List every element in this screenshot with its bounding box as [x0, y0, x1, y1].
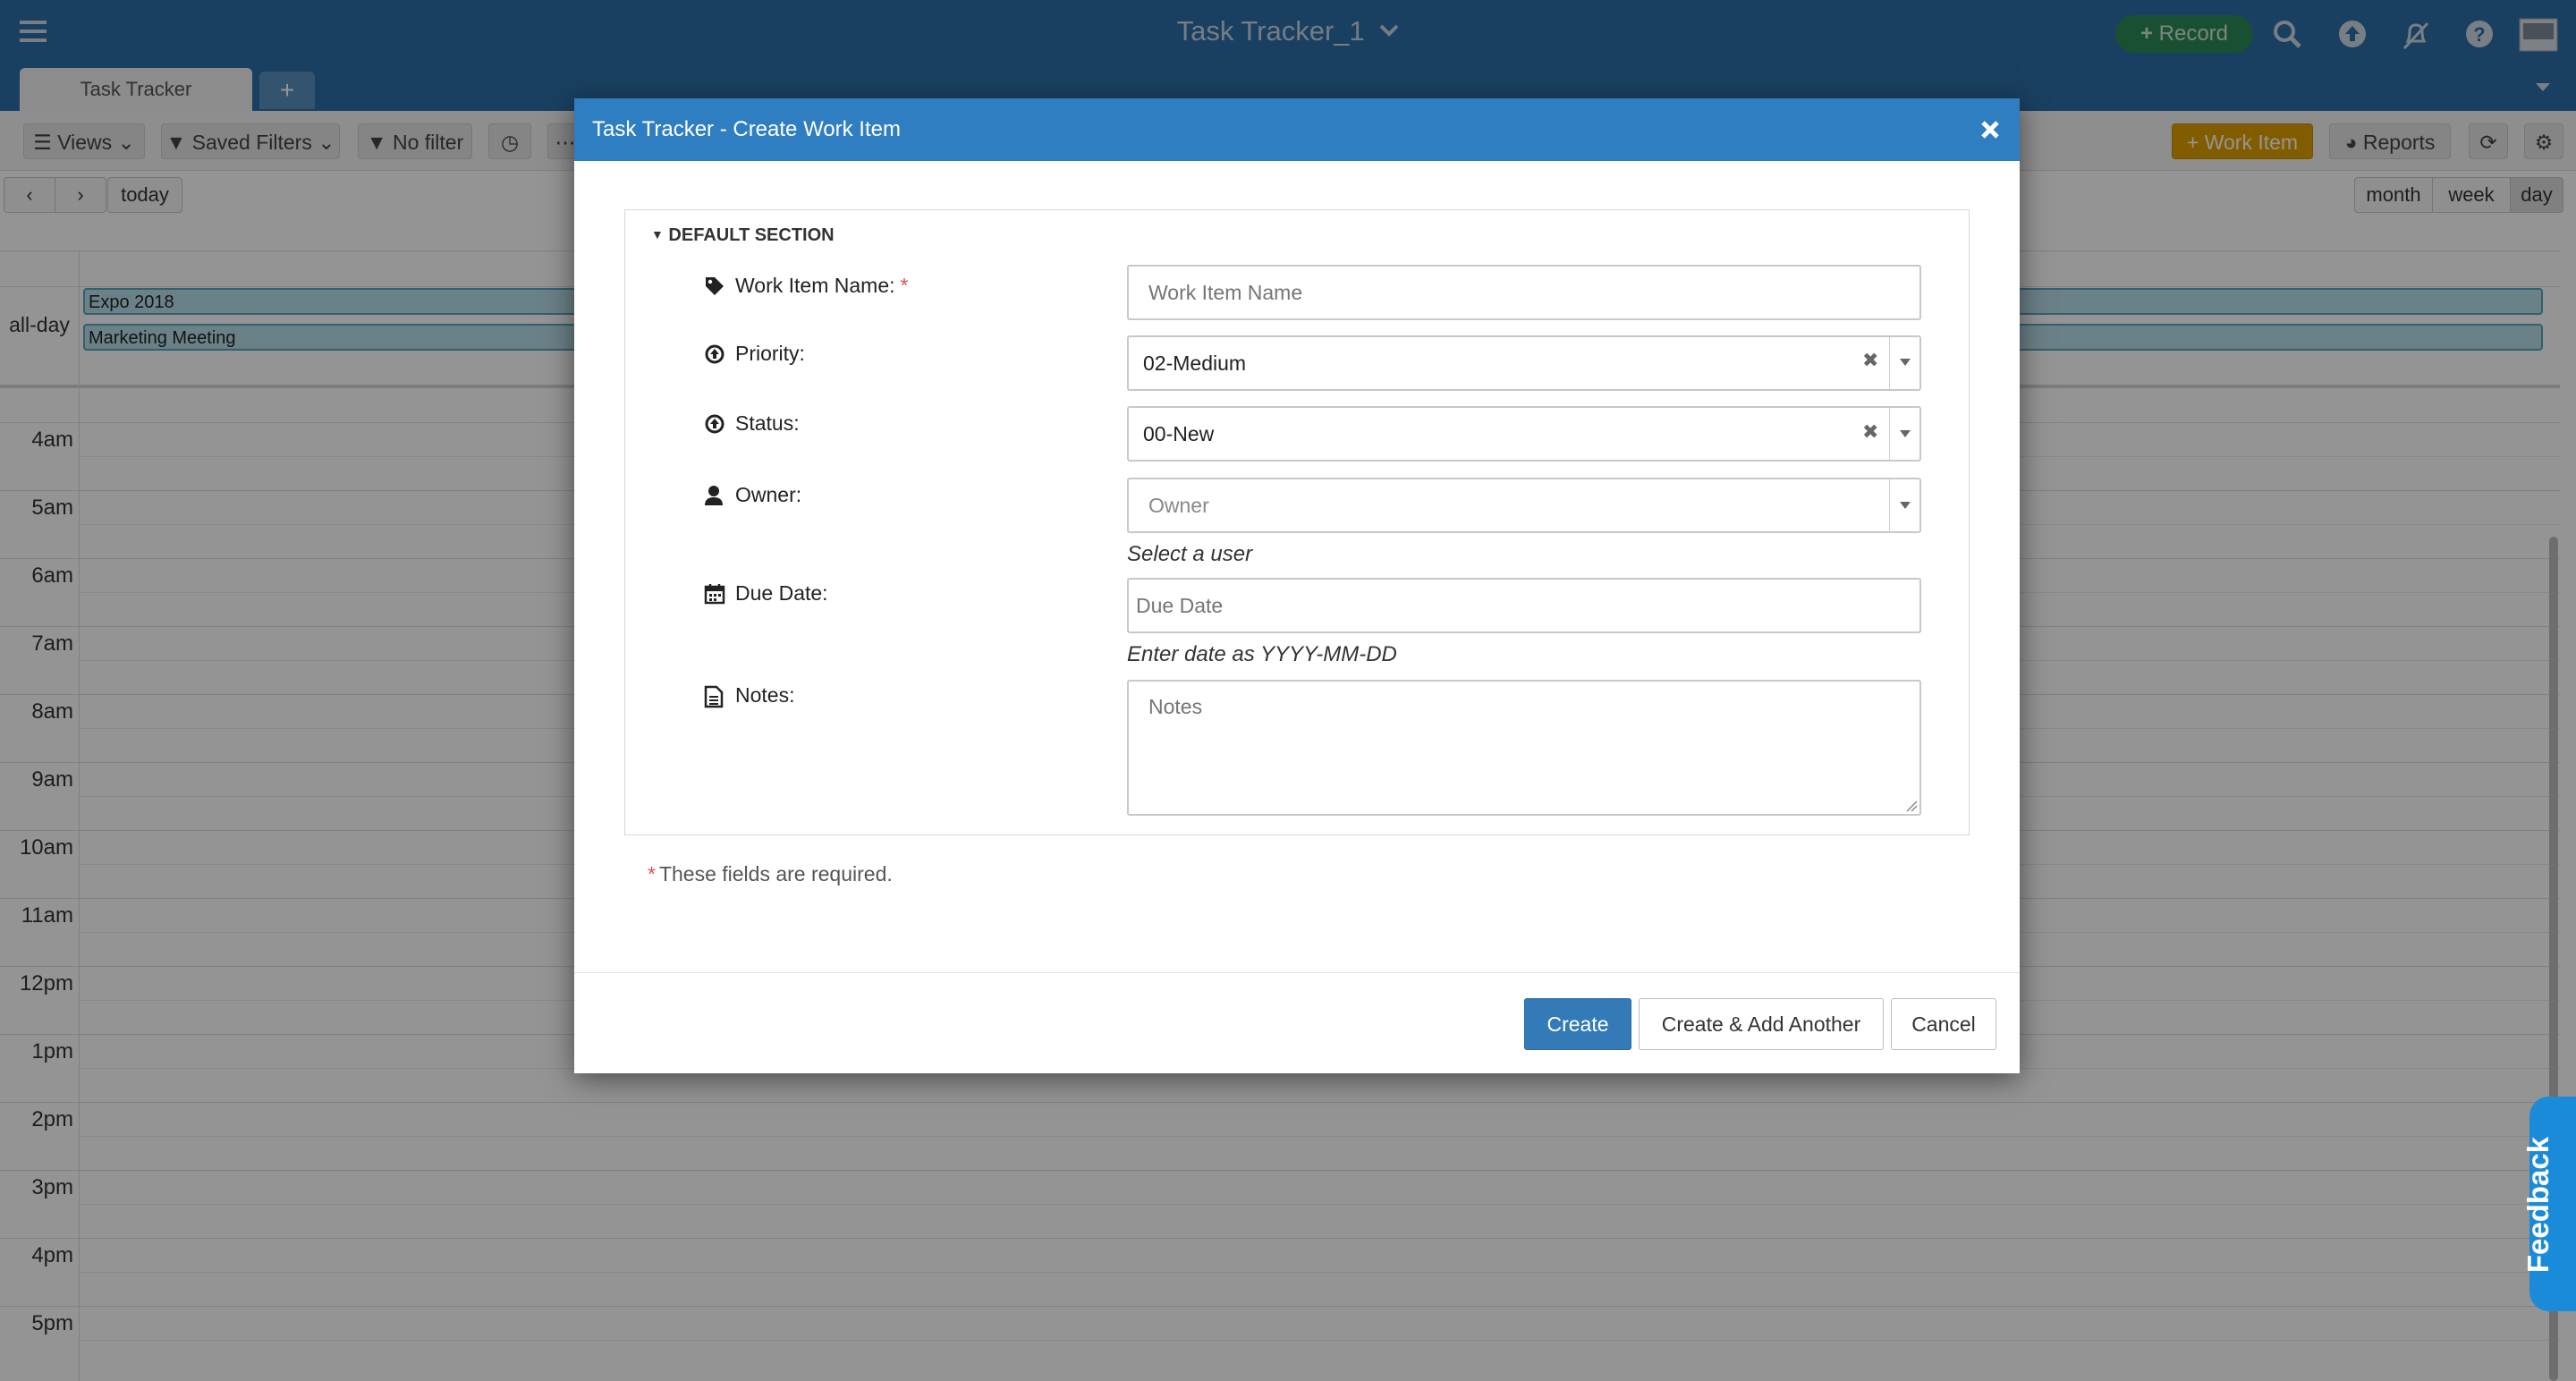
owner-dropdown-icon[interactable] — [1899, 501, 1911, 510]
section-toggle[interactable]: ▼ DEFAULT SECTION — [651, 225, 835, 246]
clear-status-icon[interactable]: ✖ — [1862, 420, 1878, 444]
due-date-help-text: Enter date as YYYY-MM-DD — [1127, 642, 1397, 666]
cancel-button-label: Cancel — [1911, 1012, 1976, 1036]
required-note-text: These fields are required. — [658, 862, 893, 885]
create-work-item-dialog: Task Tracker - Create Work Item ▼ DEFAUL… — [574, 98, 2020, 1073]
close-icon[interactable] — [1977, 116, 2004, 143]
dialog-title: Task Tracker - Create Work Item — [592, 117, 901, 141]
required-star: * — [648, 862, 656, 885]
status-label: Status: — [735, 411, 800, 435]
user-icon — [704, 485, 724, 506]
create-and-add-another-button[interactable]: Create & Add Another — [1639, 998, 1884, 1050]
notes-label: Notes: — [735, 683, 795, 707]
owner-label: Owner: — [735, 483, 802, 506]
owner-select[interactable]: Owner — [1127, 478, 1921, 533]
select-divider — [1889, 408, 1890, 460]
create-add-another-label: Create & Add Another — [1661, 1012, 1861, 1036]
tag-icon — [704, 275, 725, 297]
status-icon — [704, 413, 725, 435]
document-icon — [704, 685, 724, 708]
dialog-header: Task Tracker - Create Work Item — [574, 98, 2020, 161]
work-item-name-input[interactable] — [1127, 265, 1921, 320]
owner-help-text: Select a user — [1127, 542, 1253, 566]
notes-textarea[interactable] — [1127, 680, 1921, 816]
priority-label: Priority: — [735, 342, 805, 365]
feedback-label: Feedback — [2521, 1136, 2555, 1274]
status-value: 00-New — [1143, 422, 1215, 445]
required-star: * — [900, 274, 909, 297]
create-button-label: Create — [1546, 1012, 1609, 1036]
priority-dropdown-icon[interactable] — [1899, 358, 1911, 367]
status-select[interactable]: 00-New — [1127, 406, 1921, 462]
due-date-input[interactable] — [1127, 578, 1921, 633]
resize-handle-icon[interactable] — [1905, 800, 1918, 812]
dialog-footer-divider — [574, 972, 2020, 973]
owner-placeholder: Owner — [1148, 494, 1209, 517]
cancel-button[interactable]: Cancel — [1891, 998, 1996, 1050]
create-button[interactable]: Create — [1524, 998, 1631, 1050]
due-date-label: Due Date: — [735, 581, 828, 605]
select-divider — [1889, 479, 1890, 531]
calendar-icon — [704, 583, 725, 605]
work-item-name-label: Work Item Name: * — [735, 274, 908, 298]
section-title: DEFAULT SECTION — [668, 225, 835, 245]
priority-value: 02-Medium — [1143, 352, 1247, 375]
priority-icon — [704, 343, 725, 365]
clear-priority-icon[interactable]: ✖ — [1862, 349, 1878, 372]
required-fields-note: * These fields are required. — [648, 862, 893, 886]
field-label-text: Work Item Name: — [735, 274, 895, 297]
priority-select[interactable]: 02-Medium — [1127, 335, 1921, 391]
select-divider — [1889, 337, 1890, 389]
caret-down-icon: ▼ — [651, 227, 664, 241]
status-dropdown-icon[interactable] — [1899, 429, 1911, 438]
